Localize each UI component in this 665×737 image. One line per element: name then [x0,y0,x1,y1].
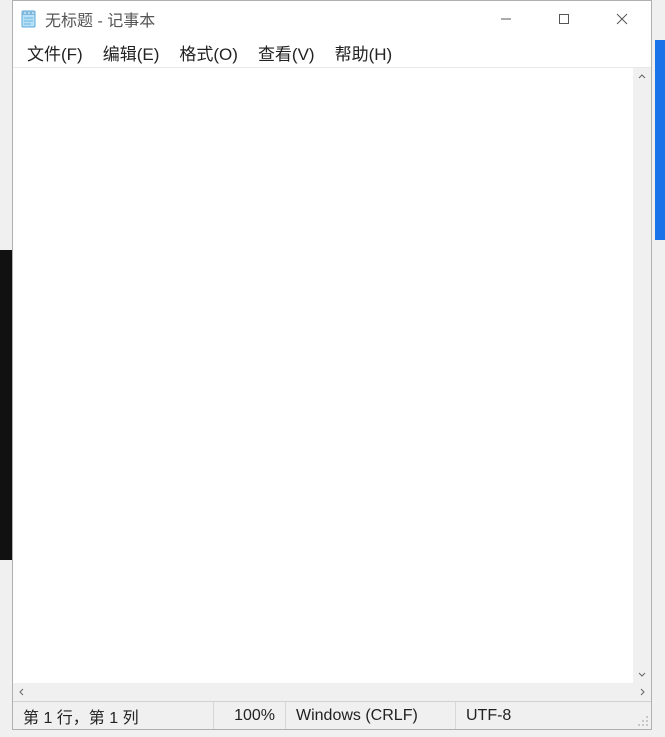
menu-edit[interactable]: 编辑(E) [93,37,170,68]
minimize-button[interactable] [477,1,535,37]
notepad-app-icon [19,9,39,29]
status-bar: 第 1 行，第 1 列 100% Windows (CRLF) UTF-8 [13,701,651,729]
maximize-button[interactable] [535,1,593,37]
status-cursor-position: 第 1 行，第 1 列 [13,702,213,729]
maximize-icon [558,13,570,25]
menu-file[interactable]: 文件(F) [17,37,93,68]
menu-help[interactable]: 帮助(H) [325,37,403,68]
minimize-icon [500,13,512,25]
background-blue-strip [655,40,665,240]
text-editor[interactable] [13,68,633,683]
notepad-window: 无标题 - 记事本 文件(F) 编辑(E) 格式(O) 查看(V) 帮助(H) [12,0,652,730]
vertical-scrollbar[interactable] [633,68,651,683]
scroll-left-icon[interactable] [13,683,31,701]
menu-bar: 文件(F) 编辑(E) 格式(O) 查看(V) 帮助(H) [13,37,651,67]
close-icon [616,13,628,25]
scroll-up-icon[interactable] [633,68,651,86]
title-bar[interactable]: 无标题 - 记事本 [13,1,651,37]
close-button[interactable] [593,1,651,37]
horizontal-scrollbar[interactable] [13,683,651,701]
scroll-right-icon[interactable] [633,683,651,701]
status-line-ending: Windows (CRLF) [285,702,455,729]
scroll-down-icon[interactable] [633,665,651,683]
resize-grip-icon[interactable] [637,715,649,727]
editor-area [13,67,651,683]
menu-format[interactable]: 格式(O) [169,37,248,68]
status-zoom: 100% [213,702,285,729]
window-title: 无标题 - 记事本 [45,7,477,31]
window-controls [477,1,651,37]
status-encoding: UTF-8 [455,702,651,729]
menu-view[interactable]: 查看(V) [248,37,325,68]
